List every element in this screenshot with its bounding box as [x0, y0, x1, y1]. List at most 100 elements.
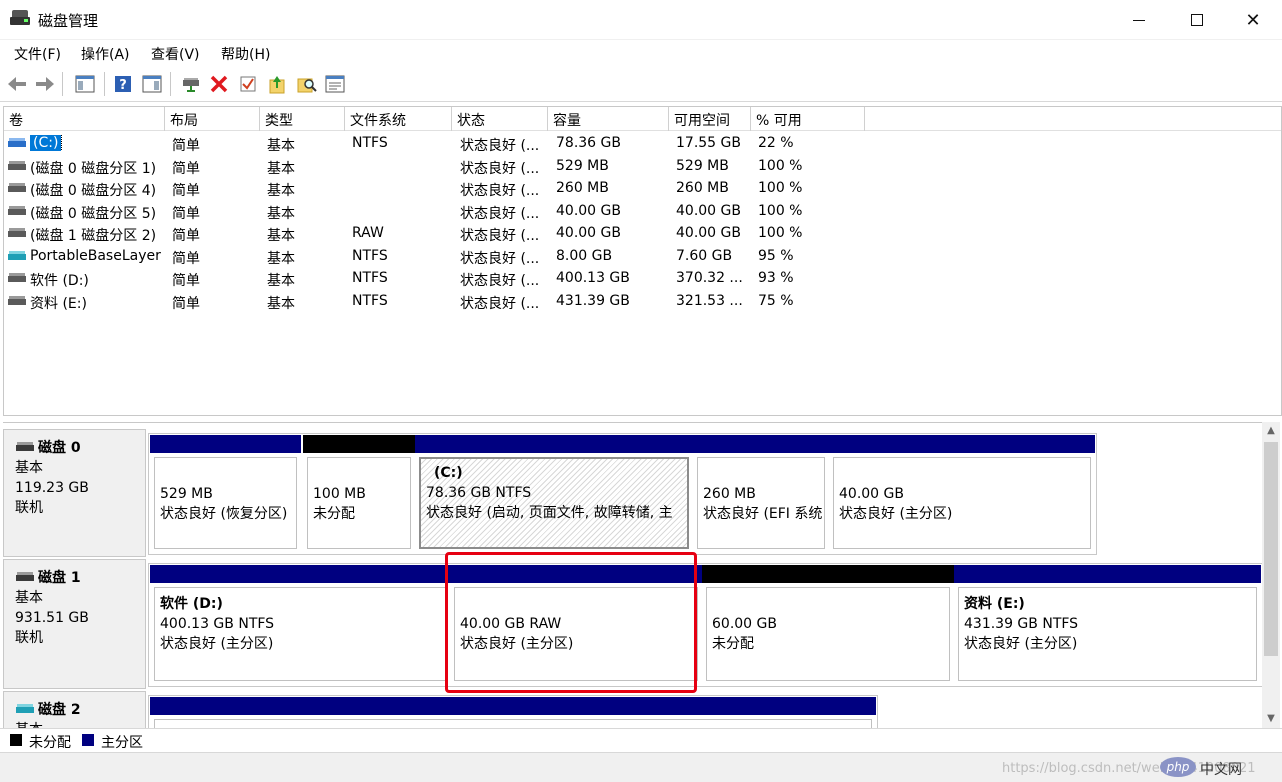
column-status[interactable]: 状态 [452, 107, 548, 131]
volume-cell-layout: 简单 [172, 205, 200, 222]
partition-status: 未分配 [712, 636, 754, 652]
volume-cell-pct: 93 % [758, 270, 794, 286]
legend: 未分配 主分区 [0, 728, 1282, 752]
selected-volume-label[interactable]: (C:) [30, 135, 63, 151]
volume-cell-fs: NTFS [352, 135, 388, 151]
disk-label-2[interactable]: 磁盘 2 基本 [3, 691, 146, 728]
delete-icon[interactable] [208, 73, 230, 95]
partition-status: 状态良好 (主分区) [839, 506, 953, 522]
disk-map-scrollbar[interactable]: ▲ ▼ [1262, 422, 1280, 728]
volume-cell-status: 状态良好 (... [460, 183, 540, 199]
minimize-button[interactable] [1110, 0, 1168, 40]
volume-row[interactable]: (磁盘 0 磁盘分区 1) 简单 基本 状态良好 (... 529 MB 529 MB 10… [4, 156, 1281, 178]
partition-block[interactable]: 资料 (E:) 431.39 GB NTFS 状态良好 (主分区) [954, 565, 1261, 685]
disk-type: 基本 [15, 590, 43, 606]
scroll-up-icon[interactable]: ▲ [1262, 422, 1280, 440]
minimize-icon [1133, 19, 1145, 21]
partition-size: 60.00 GB [712, 616, 777, 632]
partition-block[interactable]: 60.00 GB 未分配 [702, 565, 954, 685]
partition-block[interactable]: 260 MB 状态良好 (EFI 系统 [693, 435, 829, 553]
disk-size: 119.23 GB [15, 480, 89, 496]
volume-cell-free: 321.53 ... [676, 292, 743, 309]
menu-help[interactable]: 帮助(H) [221, 44, 270, 64]
connect-drive-icon[interactable] [180, 73, 202, 95]
volume-row[interactable]: (磁盘 0 磁盘分区 4) 简单 基本 状态良好 (... 260 MB 260 MB 10… [4, 178, 1281, 200]
volume-cell-pct: 100 % [758, 180, 803, 196]
column-type[interactable]: 类型 [260, 107, 345, 131]
primary-partition-bar [450, 565, 702, 583]
volume-drive-icon [8, 138, 26, 149]
column-free-space[interactable]: 可用空间 [669, 107, 751, 131]
console-tree-icon[interactable] [74, 73, 96, 95]
close-button[interactable]: ✕ [1224, 0, 1282, 40]
column-volume[interactable]: 卷 [4, 107, 165, 131]
volume-row[interactable]: (磁盘 0 磁盘分区 5) 简单 基本 状态良好 (... 40.00 GB 40.00 … [4, 201, 1281, 223]
volume-cell-layout: 简单 [172, 228, 200, 244]
list-view-icon[interactable] [324, 73, 346, 95]
column-percent-free[interactable]: % 可用 [751, 107, 865, 131]
menu-action[interactable]: 操作(A) [81, 44, 130, 64]
column-capacity[interactable]: 容量 [548, 107, 669, 131]
check-properties-icon[interactable] [237, 73, 259, 95]
volume-cell-type: 基本 [267, 183, 295, 199]
partition-details: 529 MB 状态良好 (恢复分区) [154, 457, 297, 549]
upload-folder-icon[interactable] [266, 73, 288, 95]
partition-block[interactable]: 40.00 GB 状态良好 (主分区) [829, 435, 1095, 553]
back-arrow-icon[interactable] [6, 73, 28, 95]
disk-state: 联机 [15, 630, 43, 646]
disk-map: 磁盘 0 基本 119.23 GB 联机 529 MB 状态良好 (恢复分区) 100 MB… [3, 422, 1262, 728]
disk-name: 磁盘 1 [15, 568, 145, 588]
scroll-down-icon[interactable]: ▼ [1262, 710, 1280, 728]
volume-cell-vol: 软件 (D:) [30, 273, 89, 289]
search-folder-icon[interactable] [296, 73, 318, 95]
partition-block[interactable]: 529 MB 状态良好 (恢复分区) [150, 435, 301, 553]
volume-cell-pct: 100 % [758, 202, 803, 219]
partition-details: 60.00 GB 未分配 [706, 587, 950, 681]
disk-label-1[interactable]: 磁盘 1 基本 931.51 GB 联机 [3, 559, 146, 689]
volume-cell-pct: 100 % [758, 157, 803, 174]
partition-block[interactable]: 40.00 GB RAW 状态良好 (主分区) [450, 565, 702, 685]
volume-cell-free: 40.00 GB [676, 225, 741, 241]
menu-view[interactable]: 查看(V) [151, 44, 200, 64]
column-filesystem[interactable]: 文件系统 [345, 107, 452, 131]
hard-disk-icon [16, 572, 34, 582]
forward-arrow-icon[interactable] [34, 73, 56, 95]
volume-row[interactable]: 软件 (D:) 简单 基本 NTFS 状态良好 (... 400.13 GB 370.32 … [4, 268, 1281, 290]
partition-block[interactable] [150, 697, 876, 728]
partition-block[interactable]: 100 MB 未分配 [303, 435, 415, 553]
partition-details: (C:) 78.36 GB NTFS 状态良好 (启动, 页面文件, 故障转储, 主 [419, 457, 689, 549]
partition-details: 软件 (D:) 400.13 GB NTFS 状态良好 (主分区) [154, 587, 446, 681]
help-icon[interactable]: ? [112, 73, 134, 95]
volume-drive-icon [8, 228, 26, 239]
volume-cell-type: 基本 [267, 273, 295, 289]
menu-file[interactable]: 文件(F) [14, 44, 61, 64]
volume-row[interactable]: PortableBaseLayer 简单 基本 NTFS 状态良好 (... 8.00 G… [4, 246, 1281, 268]
volume-cell-status: 状态良好 (... [460, 160, 540, 177]
disk-type: 基本 [15, 460, 43, 476]
maximize-icon [1191, 14, 1203, 26]
volume-cell-capacity: 40.00 GB [556, 225, 621, 241]
maximize-button[interactable] [1168, 0, 1226, 40]
partition-status: 状态良好 (EFI 系统 [703, 506, 823, 522]
legend-primary-label: 主分区 [101, 735, 143, 751]
volume-cell-status: 状态良好 (... [460, 228, 540, 244]
volume-row[interactable]: (磁盘 1 磁盘分区 2) 简单 基本 RAW 状态良好 (... 40.00 GB 40.… [4, 223, 1281, 245]
disk-label-0[interactable]: 磁盘 0 基本 119.23 GB 联机 [3, 429, 146, 557]
column-layout[interactable]: 布局 [165, 107, 260, 131]
partition-block[interactable]: 软件 (D:) 400.13 GB NTFS 状态良好 (主分区) [150, 565, 450, 685]
primary-partition-bar [829, 435, 1095, 453]
volume-cell-free: 260 MB [676, 180, 729, 196]
scroll-thumb[interactable] [1264, 442, 1278, 656]
volume-row[interactable]: (C:) 简单 基本 NTFS 状态良好 (... 78.36 GB 17.55 GB 22 … [4, 133, 1281, 155]
volume-row[interactable]: 资料 (E:) 简单 基本 NTFS 状态良好 (... 431.39 GB 321.53 … [4, 291, 1281, 313]
volume-cell-vol: (磁盘 0 磁盘分区 4) [30, 183, 157, 199]
volume-cell-vol: (磁盘 0 磁盘分区 5) [30, 205, 157, 222]
properties-panel-icon[interactable] [141, 73, 163, 95]
partition-details: 100 MB 未分配 [307, 457, 411, 549]
volume-cell-capacity: 78.36 GB [556, 135, 621, 151]
partition-block[interactable]: (C:) 78.36 GB NTFS 状态良好 (启动, 页面文件, 故障转储, 主 [415, 435, 693, 553]
unallocated-bar [702, 565, 954, 583]
volume-cell-layout: 简单 [172, 160, 200, 177]
volume-cell-pct: 22 % [758, 135, 794, 151]
primary-partition-bar [150, 435, 301, 453]
